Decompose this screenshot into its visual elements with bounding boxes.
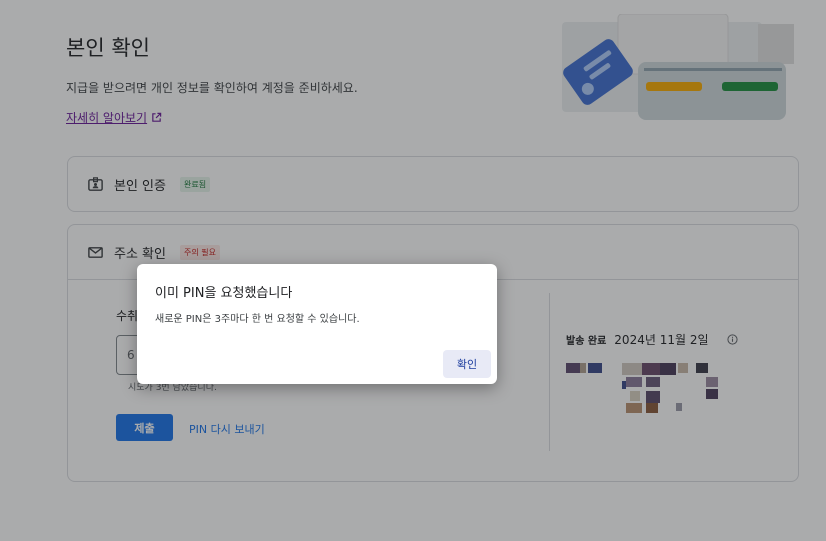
dialog-message: 새로운 PIN은 3주마다 한 번 요청할 수 있습니다. [155,314,360,325]
dialog-title: 이미 PIN을 요청했습니다 [155,286,293,301]
payments-verification-page: 본인 확인 지급을 받으려면 개인 정보를 확인하여 계정을 준비하세요. 자세… [0,0,826,541]
confirm-button[interactable]: 확인 [443,350,491,378]
pin-already-requested-dialog: 이미 PIN을 요청했습니다 새로운 PIN은 3주마다 한 번 요청할 수 있… [137,264,497,384]
